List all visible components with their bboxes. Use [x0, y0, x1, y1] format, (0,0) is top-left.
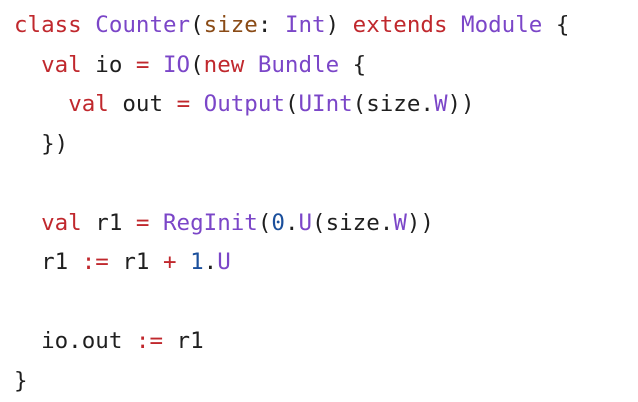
keyword-token: = [135, 209, 150, 236]
plain-token: io [81, 51, 136, 78]
plain-token: r1 [14, 249, 82, 275]
type-token: Module [461, 12, 543, 38]
keyword-token: extends [352, 12, 448, 38]
keyword-token: := [81, 249, 109, 275]
plain-token: )) [406, 209, 434, 236]
code-area[interactable]: class Counter(size: Int) extends Module … [14, 6, 638, 401]
type-token: U [298, 209, 313, 236]
plain-token: } [14, 367, 28, 394]
keyword-token: val [41, 51, 82, 78]
plain-token: ( [284, 91, 299, 117]
type-token: UInt [298, 91, 353, 117]
plain-token: ( [190, 12, 204, 38]
keyword-token: class [14, 12, 82, 38]
type-token: Int [284, 12, 326, 38]
keyword-token: val [41, 209, 82, 236]
code-line[interactable]: io.out := r1 [14, 322, 638, 362]
code-line[interactable]: }) [14, 125, 638, 165]
keyword-token: := [135, 328, 164, 354]
code-line[interactable]: } [14, 362, 638, 402]
number-token: 1 [190, 249, 204, 275]
code-line[interactable]: val r1 = RegInit(0.U(size.W)) [14, 204, 638, 244]
type-token: RegInit [163, 209, 258, 236]
keyword-token: val [68, 91, 109, 117]
type-token: U [217, 249, 231, 275]
plain-token: r1 [108, 249, 164, 275]
plain-token: (size. [352, 91, 434, 117]
plain-token: out [108, 91, 177, 117]
code-line[interactable] [14, 283, 638, 323]
code-line[interactable]: val io = IO(new Bundle { [14, 46, 638, 86]
plain-token: { [542, 12, 570, 38]
plain-token: ( [190, 51, 204, 78]
plain-token: . [203, 249, 218, 275]
type-token: Output [203, 91, 285, 117]
keyword-token: = [176, 91, 191, 117]
code-line[interactable]: r1 := r1 + 1.U [14, 243, 638, 283]
plain-token: ( [257, 209, 272, 236]
number-token: 0 [271, 209, 285, 236]
type-token: IO [163, 51, 191, 78]
plain-token: ) [325, 12, 353, 38]
code-line[interactable]: val out = Output(UInt(size.W)) [14, 85, 638, 125]
plain-token: : [257, 12, 285, 38]
keyword-token: = [135, 51, 150, 78]
plain-token: r1 [81, 209, 136, 236]
plain-token: (size. [312, 209, 394, 236]
plain-token: { [339, 51, 367, 78]
code-editor[interactable]: class Counter(size: Int) extends Module … [0, 0, 638, 402]
code-line[interactable] [14, 164, 638, 204]
type-token: Counter [95, 12, 191, 38]
type-token: W [393, 209, 407, 236]
plain-token: }) [14, 130, 69, 157]
code-line[interactable]: class Counter(size: Int) extends Module … [14, 6, 638, 46]
parameter-token: size [203, 12, 258, 38]
keyword-token: new [203, 51, 245, 78]
plain-token: r1 [163, 328, 204, 354]
plain-token: io.out [14, 328, 136, 354]
type-token: Bundle [257, 51, 340, 78]
type-token: W [433, 91, 448, 117]
plain-token: )) [447, 91, 475, 117]
keyword-token: + [163, 249, 177, 275]
plain-token: . [284, 209, 299, 236]
